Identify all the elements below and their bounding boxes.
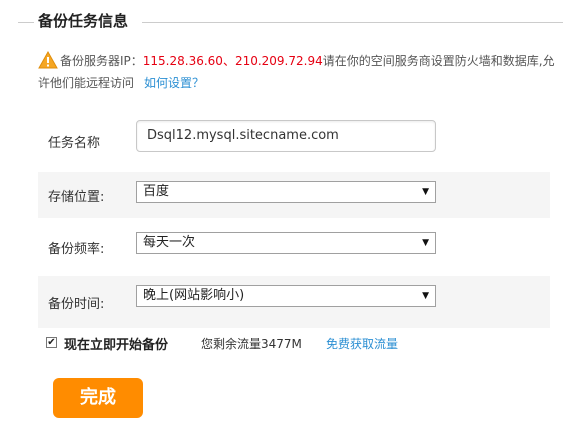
storage-row: 存储位置: 百度 ▼ xyxy=(38,172,550,218)
start-now-label[interactable]: 现在立即开始备份 xyxy=(64,334,168,353)
section-title: 备份任务信息 xyxy=(38,12,129,30)
time-row: 备份时间: 晚上(网站影响小) ▼ xyxy=(38,276,550,328)
firewall-notice: 备份服务器IP：115.28.36.60、210.209.72.94请在你的空间… xyxy=(38,50,558,94)
dropdown-arrow-icon: ▼ xyxy=(422,187,429,197)
time-select[interactable]: 晚上(网站影响小) ▼ xyxy=(136,285,436,307)
frequency-value: 每天一次 xyxy=(143,235,196,250)
time-value: 晚上(网站影响小) xyxy=(143,288,245,303)
done-button[interactable]: 完成 xyxy=(53,378,143,418)
dropdown-arrow-icon: ▼ xyxy=(422,291,429,301)
task-name-row: 任务名称 Dsql12.mysql.sitecname.com xyxy=(38,118,550,164)
frequency-label: 备份频率: xyxy=(48,242,105,257)
remaining-quota: 您剩余流量3477M xyxy=(201,337,302,351)
server-ips: 115.28.36.60、210.209.72.94 xyxy=(142,54,323,68)
task-name-label: 任务名称 xyxy=(48,136,101,151)
dropdown-arrow-icon: ▼ xyxy=(422,238,429,248)
storage-value: 百度 xyxy=(143,184,170,199)
warning-icon xyxy=(38,50,58,69)
frequency-select[interactable]: 每天一次 ▼ xyxy=(136,232,436,254)
start-now-checkbox[interactable]: ✔ xyxy=(46,337,57,348)
notice-prefix: 备份服务器IP： xyxy=(60,54,143,68)
task-name-input[interactable]: Dsql12.mysql.sitecname.com xyxy=(136,120,436,152)
get-free-quota-link[interactable]: 免费获取流量 xyxy=(326,335,398,352)
section-header: 备份任务信息 xyxy=(0,8,563,36)
how-to-setup-link[interactable]: 如何设置？ xyxy=(144,76,204,90)
divider xyxy=(18,22,34,23)
storage-label: 存储位置: xyxy=(48,190,105,205)
divider xyxy=(142,22,563,23)
time-label: 备份时间: xyxy=(48,297,105,312)
storage-select[interactable]: 百度 ▼ xyxy=(136,181,436,203)
frequency-row: 备份频率: 每天一次 ▼ xyxy=(38,224,550,270)
